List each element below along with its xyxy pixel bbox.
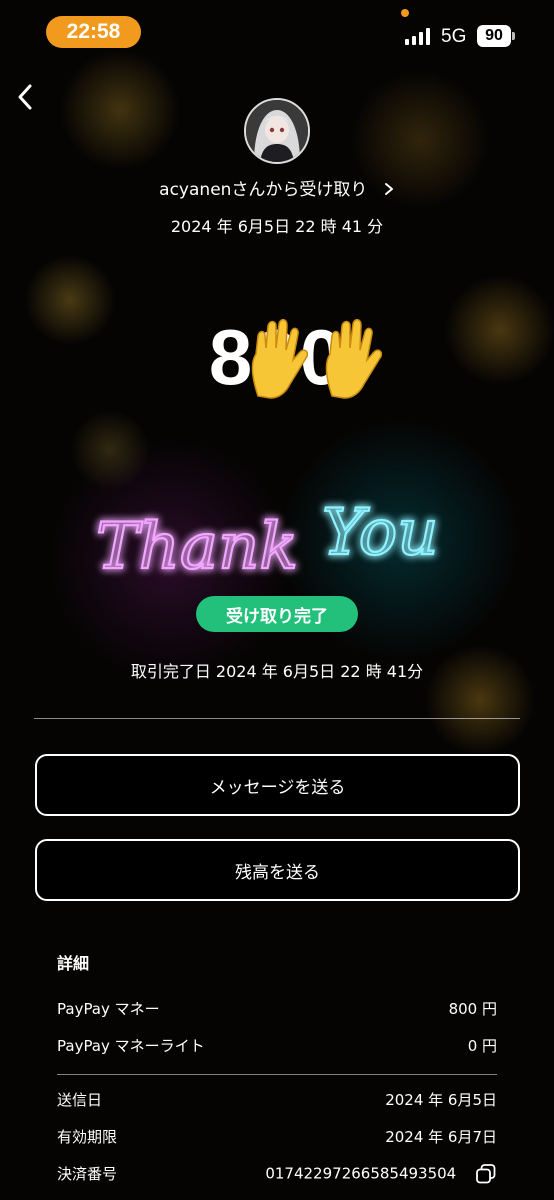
- received-datetime: 2024 年 6月5日 22 時 41 分: [170, 217, 384, 236]
- detail-row: PayPay マネーライト 0 円: [57, 1027, 497, 1064]
- detail-row: PayPay マネー 800 円: [57, 990, 497, 1027]
- privacy-indicator-dot: [401, 9, 409, 17]
- detail-value: 0 円: [467, 1037, 497, 1055]
- detail-value-with-copy: 01742297266585493504: [265, 1163, 497, 1185]
- copy-icon[interactable]: [475, 1163, 497, 1185]
- status-time: 22:58: [46, 16, 141, 48]
- thank-you-neon-sign: Thank You: [95, 495, 440, 585]
- detail-row: 送信日 2024 年 6月5日: [57, 1081, 497, 1118]
- status-badge: 受け取り完了: [196, 596, 358, 632]
- signal-icon: [405, 27, 430, 45]
- raised-hands-icon: [322, 318, 383, 404]
- thank-word: Thank: [96, 510, 298, 584]
- detail-label: 決済番号: [57, 1165, 118, 1183]
- detail-value: 2024 年 6月5日: [385, 1091, 497, 1109]
- details-divider: [57, 1074, 497, 1075]
- raised-hands-icon: [248, 318, 309, 404]
- detail-value: 2024 年 6月7日: [385, 1128, 497, 1146]
- completed-datetime: 取引完了日 2024 年 6月5日 22 時 41分: [130, 662, 424, 681]
- sender-avatar[interactable]: [244, 98, 310, 164]
- details-section: 詳細 PayPay マネー 800 円 PayPay マネーライト 0 円 送信…: [57, 950, 497, 1192]
- chevron-right-icon: [383, 180, 395, 200]
- payment-received-screen: 22:58 5G 90 acyanenさんから受け取り 2024 年 6月5日 …: [0, 0, 554, 1200]
- battery-tip: [512, 32, 515, 40]
- you-word: You: [322, 496, 438, 570]
- detail-row: 決済番号 01742297266585493504: [57, 1155, 497, 1192]
- sender-link[interactable]: acyanenさんから受け取り: [0, 175, 554, 200]
- divider: [34, 718, 520, 719]
- detail-label: 送信日: [57, 1091, 103, 1109]
- send-balance-button[interactable]: 残高を送る: [35, 839, 520, 901]
- network-type: 5G: [441, 26, 467, 47]
- details-heading: 詳細: [57, 954, 90, 973]
- send-message-button[interactable]: メッセージを送る: [35, 754, 520, 816]
- back-chevron-icon: [18, 84, 32, 110]
- payment-number: 01742297266585493504: [265, 1164, 457, 1182]
- sender-label: acyanenさんから受け取り: [159, 180, 368, 200]
- detail-label: 有効期限: [57, 1128, 118, 1146]
- avatar-illustration: [246, 100, 308, 162]
- detail-label: PayPay マネーライト: [57, 1037, 205, 1055]
- detail-label: PayPay マネー: [57, 1000, 160, 1018]
- battery-icon: 90: [477, 25, 511, 47]
- detail-value: 800 円: [448, 1000, 497, 1018]
- detail-row: 有効期限 2024 年 6月7日: [57, 1118, 497, 1155]
- back-button[interactable]: [12, 82, 42, 112]
